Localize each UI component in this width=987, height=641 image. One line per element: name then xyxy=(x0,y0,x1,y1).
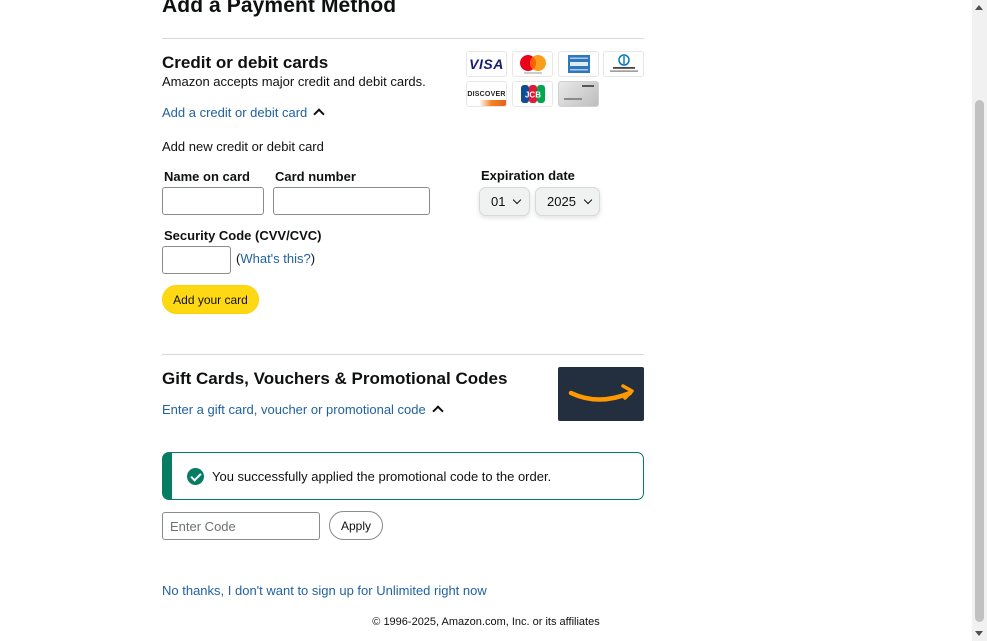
scroll-down-arrow-icon[interactable] xyxy=(975,631,983,636)
visa-logo-text: VISA xyxy=(469,56,504,72)
cards-section-title: Credit or debit cards xyxy=(162,53,329,72)
check-circle-icon xyxy=(187,467,204,485)
whats-this-close-paren: ) xyxy=(310,251,316,266)
card-number-label: Card number xyxy=(275,169,356,184)
chevron-up-icon xyxy=(313,108,325,120)
mastercard-logo xyxy=(512,51,553,77)
gift-code-toggle-link[interactable]: Enter a gift card, voucher or promotiona… xyxy=(162,402,444,417)
jcb-logo-text: JCB xyxy=(524,91,540,100)
amex-logo xyxy=(558,51,599,77)
page-scrollbar[interactable] xyxy=(972,0,987,641)
divider xyxy=(162,354,644,355)
security-code-label: Security Code (CVV/CVC) xyxy=(164,228,322,243)
name-on-card-input[interactable] xyxy=(162,187,264,215)
scroll-thumb[interactable] xyxy=(975,100,984,622)
jcb-logo-graphic: JCB xyxy=(520,85,545,103)
decline-unlimited-link[interactable]: No thanks, I don't want to sign up for U… xyxy=(162,583,487,598)
name-on-card-label: Name on card xyxy=(164,169,250,184)
promo-success-alert: You successfully applied the promotional… xyxy=(162,452,644,500)
amex-logo-graphic xyxy=(567,55,590,73)
cards-section-subtitle: Amazon accepts major credit and debit ca… xyxy=(162,74,426,89)
amazon-store-card-logo xyxy=(558,81,599,107)
security-code-input[interactable] xyxy=(162,246,231,274)
whats-this-wrapper: (What's this?) xyxy=(236,251,315,266)
expiration-month-select[interactable]: 01 xyxy=(479,187,530,216)
scroll-up-arrow-icon[interactable] xyxy=(975,5,983,10)
copyright-footer: © 1996-2025, Amazon.com, Inc. or its aff… xyxy=(372,616,600,628)
card-number-input[interactable] xyxy=(273,187,430,215)
apply-code-button[interactable]: Apply xyxy=(329,511,383,540)
expiration-year-select[interactable]: 2025 xyxy=(535,187,600,216)
chevron-down-icon xyxy=(583,195,593,204)
add-card-toggle-link[interactable]: Add a credit or debit card xyxy=(162,105,325,120)
diners-club-logo xyxy=(603,51,644,77)
promo-code-input[interactable] xyxy=(162,512,320,540)
expiration-date-label: Expiration date xyxy=(481,168,575,183)
add-card-heading: Add new credit or debit card xyxy=(162,139,324,154)
chevron-down-icon xyxy=(513,195,522,204)
amazon-gift-card-image xyxy=(558,367,644,421)
divider xyxy=(162,38,644,39)
jcb-logo: JCB xyxy=(512,81,553,107)
discover-logo-stripe xyxy=(467,100,506,106)
discover-logo-text: DISCOVER xyxy=(467,90,506,98)
expiration-year-value: 2025 xyxy=(547,194,576,209)
mastercard-logo-graphic xyxy=(519,55,546,74)
store-card-number xyxy=(564,98,582,100)
discover-logo: DISCOVER xyxy=(466,81,507,107)
gift-code-toggle-label: Enter a gift card, voucher or promotiona… xyxy=(162,402,426,417)
expiration-month-value: 01 xyxy=(491,194,506,209)
store-card-wordmark xyxy=(582,85,594,87)
promo-success-message: You successfully applied the promotional… xyxy=(212,468,552,484)
gift-section-title: Gift Cards, Vouchers & Promotional Codes xyxy=(162,369,508,388)
chevron-up-icon xyxy=(432,405,444,417)
diners-club-logo-graphic xyxy=(609,54,638,72)
visa-logo: VISA xyxy=(466,51,507,77)
page-title: Add a Payment Method xyxy=(162,0,397,17)
amazon-smile-logo xyxy=(568,384,634,402)
add-your-card-button[interactable]: Add your card xyxy=(162,285,259,314)
add-card-toggle-label: Add a credit or debit card xyxy=(162,105,308,120)
whats-this-link[interactable]: What's this? xyxy=(240,251,310,266)
